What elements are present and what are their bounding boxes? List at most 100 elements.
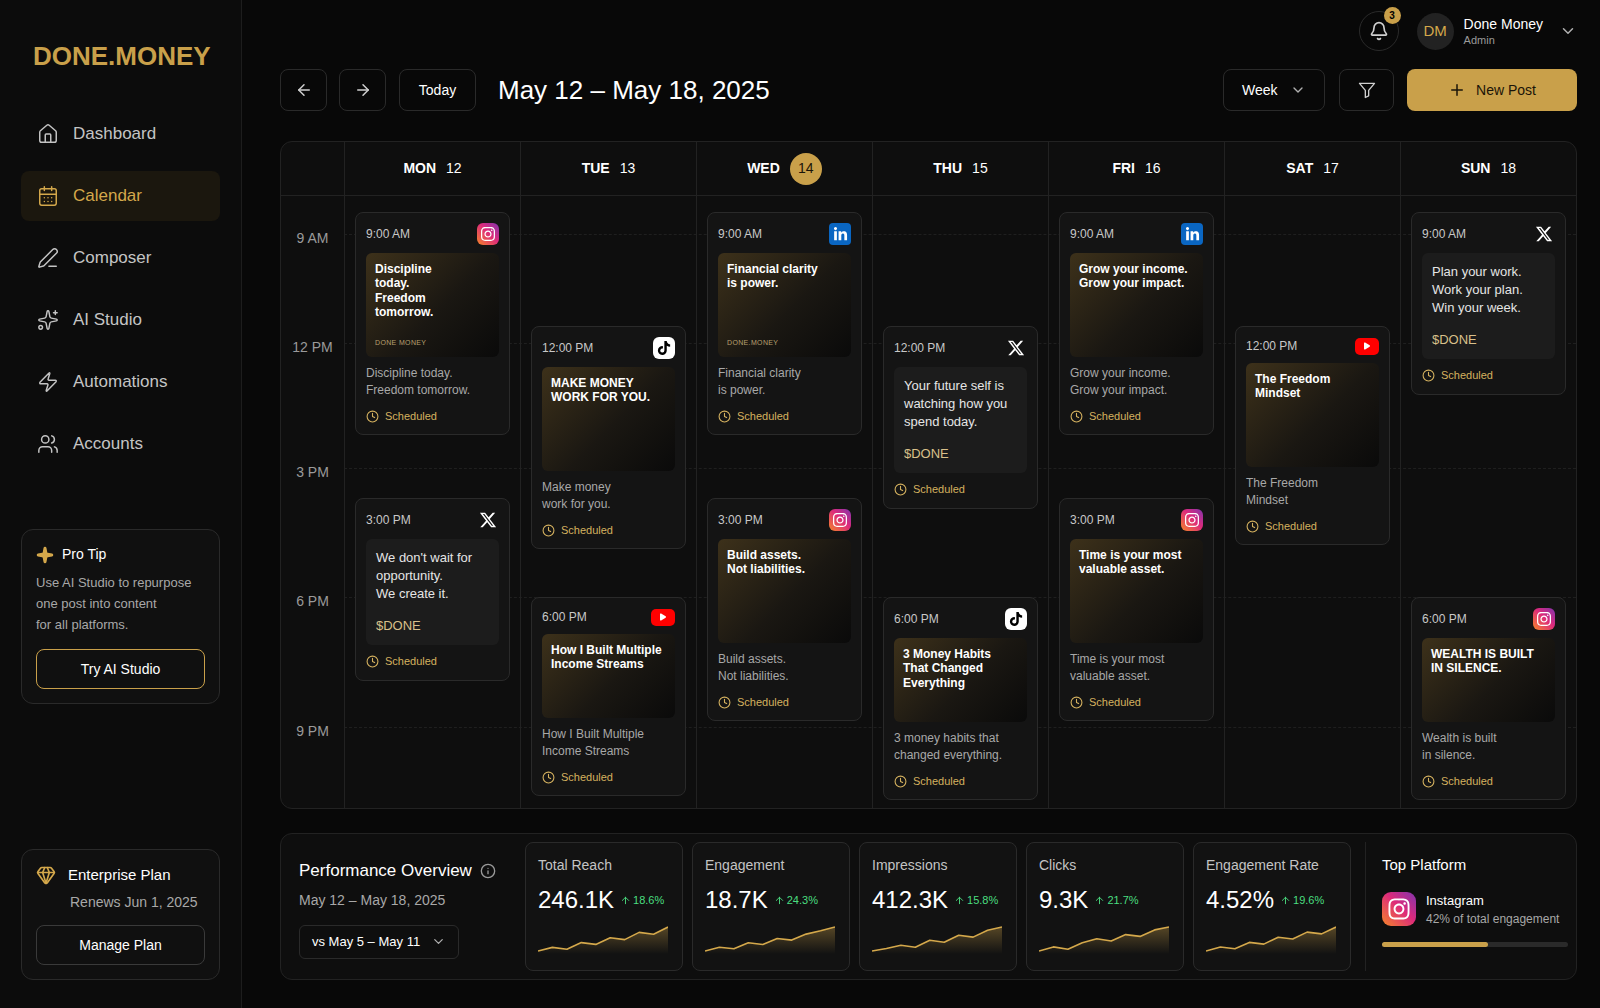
post-card[interactable]: 9:00 AMGrow your income. Grow your impac… [1059,212,1214,435]
post-caption: Make money work for you. [542,479,675,514]
main-content: 3DMDone MoneyAdminTodayMay 12 – May 18, … [242,0,1600,1008]
metric-card[interactable]: Impressions412.3K15.8% [859,842,1017,971]
notifications-button[interactable]: 3 [1359,11,1399,51]
post-tag: $DONE [904,444,1017,464]
calendar: MON12TUE13WED14THU15FRI16SAT17SUN189 AM1… [280,141,1577,809]
nav-icon [37,433,59,455]
post-text-box: Your future self is watching how you spe… [894,367,1027,473]
metric-card[interactable]: Clicks9.3K21.7% [1026,842,1184,971]
top-platform-name: Instagram [1426,891,1559,911]
post-header: 9:00 AM [718,223,851,245]
thumbnail-text: WEALTH IS BUILT IN SILENCE. [1431,647,1546,676]
metric-label: Engagement [705,855,837,876]
logo[interactable]: DONE.MONEY [21,0,220,74]
arrow-up-icon [1280,895,1291,906]
post-card[interactable]: 6:00 PMWEALTH IS BUILT IN SILENCE.Wealth… [1411,597,1566,800]
post-card[interactable]: 9:00 AMPlan your work. Work your plan. W… [1411,212,1566,395]
sidebar-item[interactable]: Calendar [21,171,220,221]
metric-card[interactable]: Total Reach246.1K18.6% [525,842,683,971]
day-column: 12:00 PMMAKE MONEY WORK FOR YOU.Make mon… [520,196,696,808]
post-card[interactable]: 12:00 PMYour future self is watching how… [883,326,1038,509]
post-header: 3:00 PM [366,509,499,531]
try-ai-studio-button[interactable]: Try AI Studio [36,649,205,689]
post-card[interactable]: 12:00 PMMAKE MONEY WORK FOR YOU.Make mon… [531,326,686,549]
arrow-up-icon [954,895,965,906]
post-header: 3:00 PM [718,509,851,531]
clock-icon [366,410,379,423]
top-platform-title: Top Platform [1382,854,1568,877]
post-card[interactable]: 9:00 AM Discipline today. Freedom tomorro… [355,212,510,435]
post-time: 6:00 PM [894,610,939,628]
sidebar-item[interactable]: AI Studio [21,295,220,345]
post-thumbnail: Financial clarity is power.DONE.MONEY [718,253,851,357]
post-time: 9:00 AM [718,225,762,243]
clock-icon [894,483,907,496]
day-header[interactable]: SUN18 [1400,142,1576,195]
compare-select[interactable]: vs May 5 – May 11 [299,925,459,959]
next-week-button[interactable] [339,69,386,111]
top-bar: 3 DMDone MoneyAdmin [280,0,1577,62]
instagram-icon [1181,509,1203,531]
post-time: 9:00 AM [366,225,410,243]
thumbnail-watermark: DONE MONEY [375,338,490,349]
filter-button[interactable] [1339,69,1394,111]
metric-label: Engagement Rate [1206,855,1338,876]
metric-card[interactable]: Engagement Rate4.52%19.6% [1193,842,1351,971]
post-header: 9:00 AM [1422,223,1555,245]
tiktok-icon [653,337,675,359]
sparkline-chart [538,924,668,954]
day-header[interactable]: TUE13 [520,142,696,195]
day-header[interactable]: THU15 [872,142,1048,195]
today-button[interactable]: Today [399,69,476,111]
time-label: 3 PM [296,464,329,480]
arrow-up-icon [620,895,631,906]
sparkle-icon [36,546,54,564]
day-header[interactable]: WED14 [696,142,872,195]
performance-title: Performance Overview [299,858,472,884]
prev-week-button[interactable] [280,69,327,111]
post-thumbnail: WEALTH IS BUILT IN SILENCE. [1422,638,1555,722]
plan-title: Enterprise Plan [68,864,171,887]
top-platform-bar [1382,942,1568,947]
notification-badge: 3 [1384,7,1401,24]
clock-icon [1246,520,1259,533]
clock-icon [1070,410,1083,423]
post-time: 12:00 PM [542,339,593,357]
post-card[interactable]: 6:00 PMHow I Built Multiple Income Strea… [531,597,686,796]
plus-icon [1448,81,1466,99]
chevron-down-icon [1290,82,1306,98]
post-status: Scheduled [718,408,851,425]
post-caption: Build assets. Not liabilities. [718,651,851,686]
metric-change: 24.3% [774,892,818,909]
sidebar-item[interactable]: Automations [21,357,220,407]
post-thumbnail: The Freedom Mindset [1246,363,1379,467]
day-header[interactable]: MON12 [344,142,520,195]
post-card[interactable]: 3:00 PMTime is your most valuable asset.… [1059,498,1214,721]
day-header[interactable]: SAT17 [1224,142,1400,195]
day-header[interactable]: FRI16 [1048,142,1224,195]
day-column: 9:00 AMGrow your income. Grow your impac… [1048,196,1224,808]
view-select[interactable]: Week [1223,69,1325,111]
post-status: Scheduled [1422,367,1555,384]
post-time: 9:00 AM [1422,225,1466,243]
sidebar-item[interactable]: Composer [21,233,220,283]
manage-plan-button[interactable]: Manage Plan [36,925,205,965]
sidebar-item[interactable]: Accounts [21,419,220,469]
user-menu[interactable]: DMDone MoneyAdmin [1417,13,1577,50]
post-card[interactable]: 3:00 PMWe don't wait for opportunity. We… [355,498,510,681]
x-icon [477,509,499,531]
post-card[interactable]: 6:00 PM3 Money Habits That Changed Every… [883,597,1038,800]
post-status: Scheduled [1070,694,1203,711]
post-header: 6:00 PM [894,608,1027,630]
post-card[interactable]: 12:00 PMThe Freedom MindsetThe Freedom M… [1235,326,1390,545]
post-card[interactable]: 3:00 PMBuild assets. Not liabilities.Bui… [707,498,862,721]
metric-card[interactable]: Engagement18.7K24.3% [692,842,850,971]
linkedin-icon [1181,223,1203,245]
top-platform-share: 42% of total engagement [1426,910,1559,928]
post-card[interactable]: 9:00 AM Financial clarity is power.DONE.M… [707,212,862,435]
sidebar-item[interactable]: Dashboard [21,109,220,159]
day-column: 9:00 AM Discipline today. Freedom tomorro… [344,196,520,808]
new-post-button[interactable]: New Post [1407,69,1577,111]
thumbnail-text: Discipline today. Freedom tomorrow. [375,262,490,320]
thumbnail-text: Grow your income. Grow your impact. [1079,262,1194,291]
